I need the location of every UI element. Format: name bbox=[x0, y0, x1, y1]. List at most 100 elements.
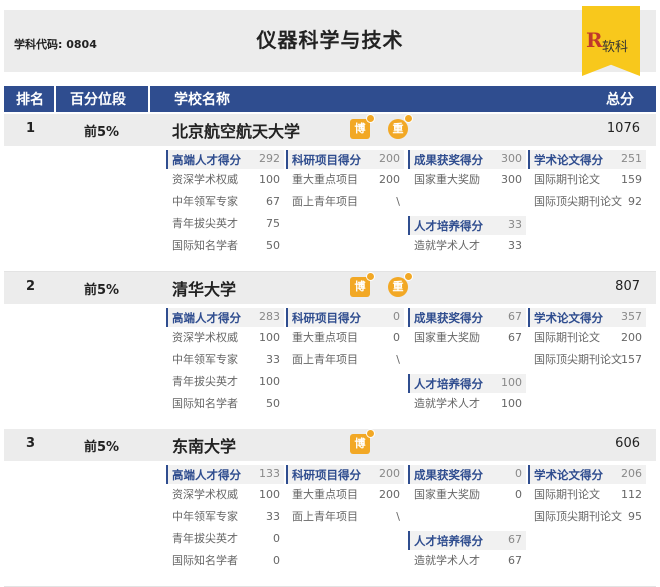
block-title: 成果获奖得分 0 bbox=[408, 465, 526, 484]
block-title: 高端人才得分 283 bbox=[166, 308, 284, 327]
metric-label: 国家重大奖励 bbox=[414, 331, 480, 344]
university-row[interactable]: 1 前5% 北京航空航天大学 1076 博重 bbox=[4, 114, 656, 146]
metric-value: 95 bbox=[628, 510, 642, 523]
metric-row: 青年拔尖英才 100 bbox=[166, 371, 284, 393]
metric-value: 100 bbox=[259, 488, 280, 501]
score-block: 学术论文得分 357 国际期刊论文 200 国际顶尖期刊论文 157 bbox=[528, 308, 646, 371]
block-score: 292 bbox=[259, 152, 280, 165]
university-name[interactable]: 清华大学 bbox=[172, 276, 236, 300]
metric-label: 重大重点项目 bbox=[292, 331, 358, 344]
block-title: 人才培养得分 100 bbox=[408, 374, 526, 393]
col-rank: 排名 bbox=[16, 92, 44, 108]
metric-row: 资深学术权威 100 bbox=[166, 484, 284, 506]
doctoral-badge: 博 bbox=[350, 429, 375, 454]
metric-label: 国际知名学者 bbox=[172, 397, 238, 410]
metric-value: \ bbox=[396, 510, 400, 523]
metric-label: 资深学术权威 bbox=[172, 331, 238, 344]
metric-value: 100 bbox=[259, 375, 280, 388]
metric-row: 面上青年项目 \ bbox=[286, 349, 404, 371]
metric-label: 青年拔尖英才 bbox=[172, 217, 238, 230]
university-row[interactable]: 2 前5% 清华大学 807 博重 bbox=[4, 272, 656, 304]
metric-label: 造就学术人才 bbox=[414, 397, 480, 410]
metric-row: 重大重点项目 0 bbox=[286, 327, 404, 349]
metric-label: 中年领军专家 bbox=[172, 353, 238, 366]
block-title: 学术论文得分 206 bbox=[528, 465, 646, 484]
metric-label: 国际顶尖期刊论文 bbox=[534, 510, 622, 523]
block-score: 283 bbox=[259, 310, 280, 323]
metric-label: 国家重大奖励 bbox=[414, 173, 480, 186]
block-score: 0 bbox=[515, 467, 522, 480]
metric-value: 300 bbox=[501, 173, 522, 186]
score-block: 成果获奖得分 300 国家重大奖励 300 bbox=[408, 150, 526, 191]
total-score: 807 bbox=[615, 279, 640, 294]
metric-value: 100 bbox=[259, 331, 280, 344]
header-divider bbox=[54, 86, 56, 112]
key-discipline-badge: 重 bbox=[388, 272, 413, 297]
block-score: 200 bbox=[379, 467, 400, 480]
metric-row: 资深学术权威 100 bbox=[166, 327, 284, 349]
metric-row: 国家重大奖励 67 bbox=[408, 327, 526, 349]
metric-label: 中年领军专家 bbox=[172, 195, 238, 208]
university-name[interactable]: 东南大学 bbox=[172, 433, 236, 457]
score-block: 高端人才得分 283 资深学术权威 100 中年领军专家 33 青年拔尖英才 100 国际知名学… bbox=[166, 308, 284, 415]
metric-row: 国际期刊论文 112 bbox=[528, 484, 646, 506]
metric-value: 33 bbox=[508, 239, 522, 252]
block-title: 高端人才得分 292 bbox=[166, 150, 284, 169]
metric-label: 国际顶尖期刊论文 bbox=[534, 353, 622, 366]
metric-value: 159 bbox=[621, 173, 642, 186]
metric-row: 资深学术权威 100 bbox=[166, 169, 284, 191]
percentile: 前5% bbox=[84, 440, 120, 455]
score-block: 学术论文得分 251 国际期刊论文 159 国际顶尖期刊论文 92 bbox=[528, 150, 646, 213]
metric-value: 200 bbox=[379, 173, 400, 186]
score-detail: 高端人才得分 133 资深学术权威 100 中年领军专家 33 青年拔尖英才 0 国际知名学者 0… bbox=[4, 461, 656, 587]
col-total: 总分 bbox=[606, 92, 634, 108]
metric-row: 国家重大奖励 0 bbox=[408, 484, 526, 506]
metric-value: \ bbox=[396, 195, 400, 208]
block-title: 人才培养得分 67 bbox=[408, 531, 526, 550]
metric-value: 33 bbox=[266, 510, 280, 523]
block-score: 67 bbox=[508, 310, 522, 323]
score-block: 人才培养得分 100 造就学术人才 100 bbox=[408, 374, 526, 415]
block-score: 0 bbox=[393, 310, 400, 323]
metric-row: 重大重点项目 200 bbox=[286, 484, 404, 506]
metric-row: 造就学术人才 67 bbox=[408, 550, 526, 572]
metric-value: 50 bbox=[266, 397, 280, 410]
block-score: 33 bbox=[508, 218, 522, 231]
metric-row: 中年领军专家 67 bbox=[166, 191, 284, 213]
col-percentile: 百分位段 bbox=[70, 92, 126, 108]
score-block: 人才培养得分 33 造就学术人才 33 bbox=[408, 216, 526, 257]
block-title: 人才培养得分 33 bbox=[408, 216, 526, 235]
rank: 1 bbox=[26, 121, 36, 136]
metric-label: 重大重点项目 bbox=[292, 488, 358, 501]
block-title: 高端人才得分 133 bbox=[166, 465, 284, 484]
block-title: 成果获奖得分 300 bbox=[408, 150, 526, 169]
university-name[interactable]: 北京航空航天大学 bbox=[172, 118, 300, 142]
block-score: 206 bbox=[621, 467, 642, 480]
block-score: 357 bbox=[621, 310, 642, 323]
metric-row: 青年拔尖英才 0 bbox=[166, 528, 284, 550]
metric-value: 0 bbox=[273, 554, 280, 567]
metric-label: 重大重点项目 bbox=[292, 173, 358, 186]
score-block: 科研项目得分 200 重大重点项目 200 面上青年项目 \ bbox=[286, 465, 404, 528]
metric-label: 面上青年项目 bbox=[292, 353, 358, 366]
university-row[interactable]: 3 前5% 东南大学 606 博 bbox=[4, 429, 656, 461]
block-score: 300 bbox=[501, 152, 522, 165]
metric-label: 面上青年项目 bbox=[292, 195, 358, 208]
metric-row: 青年拔尖英才 75 bbox=[166, 213, 284, 235]
metric-value: 0 bbox=[515, 488, 522, 501]
metric-value: 0 bbox=[273, 532, 280, 545]
metric-label: 资深学术权威 bbox=[172, 173, 238, 186]
block-score: 133 bbox=[259, 467, 280, 480]
logo-letter: R bbox=[586, 28, 603, 52]
total-score: 1076 bbox=[606, 121, 640, 136]
metric-value: 50 bbox=[266, 239, 280, 252]
metric-label: 国际知名学者 bbox=[172, 239, 238, 252]
metric-value: \ bbox=[396, 353, 400, 366]
block-score: 251 bbox=[621, 152, 642, 165]
metric-row: 国际顶尖期刊论文 92 bbox=[528, 191, 646, 213]
metric-value: 75 bbox=[266, 217, 280, 230]
metric-row: 国际期刊论文 159 bbox=[528, 169, 646, 191]
metric-row: 造就学术人才 33 bbox=[408, 235, 526, 257]
block-score: 100 bbox=[501, 376, 522, 389]
score-block: 高端人才得分 133 资深学术权威 100 中年领军专家 33 青年拔尖英才 0 国际知名学者 0 bbox=[166, 465, 284, 572]
